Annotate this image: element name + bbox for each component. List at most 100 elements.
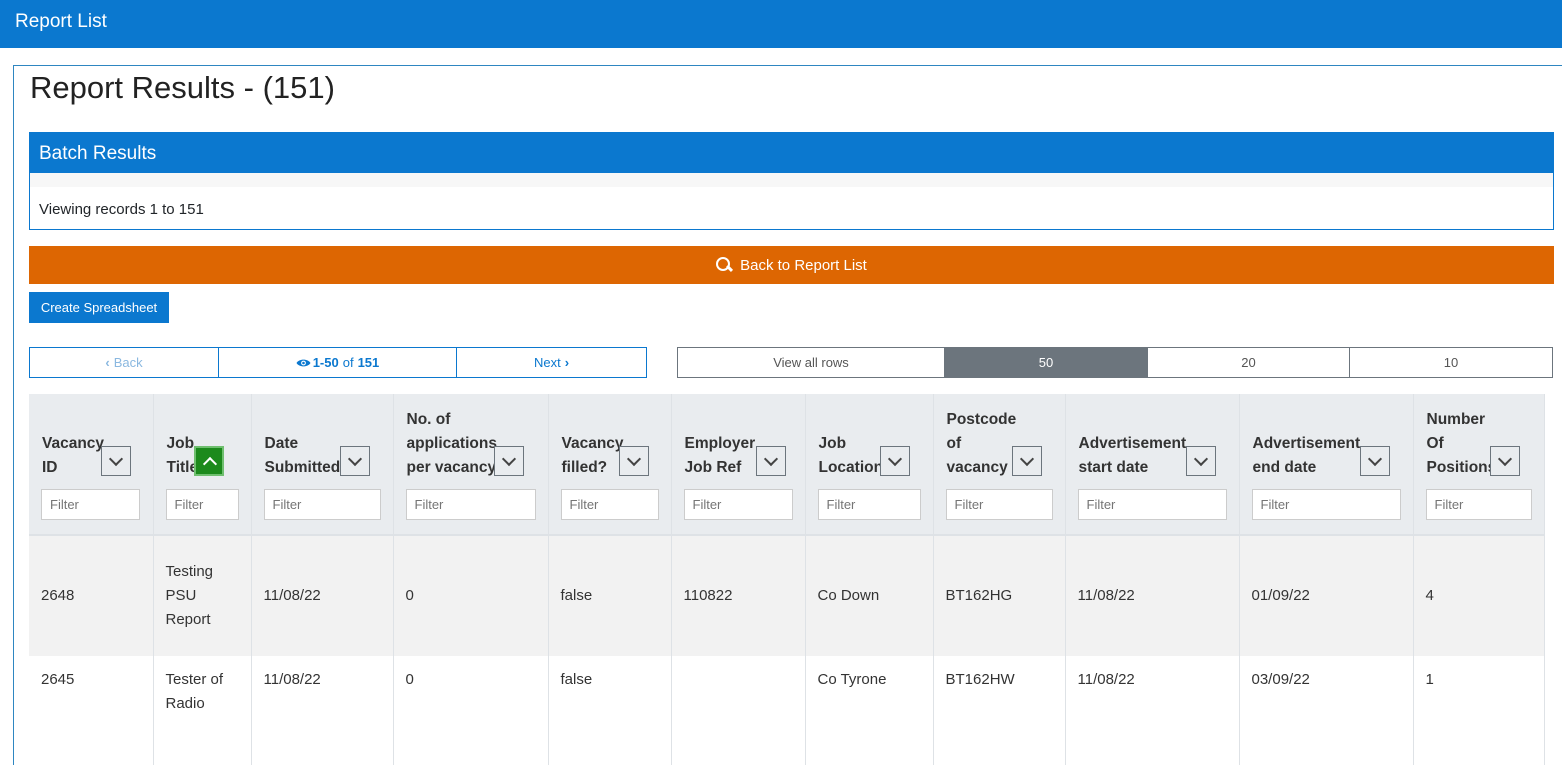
job-title-line: PSU [165,587,197,604]
table-cell: 0 [393,535,549,656]
column-filter-input[interactable] [560,489,659,520]
sort-dropdown-button[interactable] [879,446,910,476]
pager-next-label: Next [533,355,561,370]
column-filter-input[interactable] [817,489,921,520]
batch-results-panel: Batch Results Viewing records 1 to 151 [29,132,1554,230]
column-header-label: Number Of Positions [1427,408,1497,480]
column-header: Advertisement end date [1239,394,1414,536]
viewing-records-text: Viewing records 1 to 151 [30,173,1553,218]
pager-total: 151 [357,355,380,370]
column-header-label: Employer Job Ref [685,432,756,480]
rows-per-page-selector: View all rows 50 20 10 [677,347,1553,378]
table-cell: 2645 [29,656,154,765]
column-filter-input[interactable] [945,489,1053,520]
app-title: Report List [15,11,107,32]
chevron-left-icon: ‹ [105,355,110,370]
column-header: No. of applications per vacancy [393,394,549,536]
sort-dropdown-button[interactable] [1011,446,1042,476]
sort-dropdown-button[interactable] [1185,446,1216,476]
table-cell: 2648 [29,535,154,656]
sort-dropdown-button[interactable] [755,446,786,476]
sort-dropdown-button[interactable] [493,446,524,476]
table-cell: 110822 [671,535,806,656]
table-cell: 11/08/22 [251,535,394,656]
sort-dropdown-button[interactable] [339,446,370,476]
column-header-line: Vacancy [561,435,624,452]
back-to-report-list-button[interactable]: Back to Report List [29,246,1554,284]
column-header-line: Submitted [264,459,341,476]
column-filter-input[interactable] [1425,489,1532,520]
column-header-line: Location [818,459,884,476]
sort-dropdown-button[interactable] [101,446,131,476]
column-header-line: Of [1426,435,1444,452]
column-header-line: Number [1426,411,1486,428]
table-cell: 11/08/22 [251,656,394,765]
rows-50-button[interactable]: 50 [945,348,1148,377]
job-title-line: Radio [165,695,205,712]
column-header-line: per vacancy [406,459,497,476]
column-header-label: Job Location [819,432,884,480]
column-header-line: Advertisement [1078,435,1187,452]
report-frame: Report Results - (151) Batch Results Vie… [13,65,1562,765]
pager-back-button[interactable]: ‹ Back [30,348,219,377]
table-cell: 11/08/22 [1065,535,1240,656]
column-header-line: filled? [561,459,608,476]
table-cell: 1 [1413,656,1545,765]
sort-dropdown-button[interactable] [1489,446,1520,476]
pagination: ‹ Back 1-50 of 151 Next › [29,347,647,378]
table-cell: Co Tyrone [805,656,934,765]
column-header-line: Positions [1426,459,1497,476]
column-header-line: Date [264,435,299,452]
column-header-line: Postcode [946,411,1017,428]
sort-ascending-button[interactable] [193,446,224,476]
eye-icon [296,359,311,366]
page-title: Report Results - (151) [30,70,335,105]
pager-of: of [342,355,354,370]
create-spreadsheet-button[interactable]: Create Spreadsheet [29,292,169,323]
column-header-label: Postcode of vacancy [947,408,1017,480]
table-row[interactable]: 2645 Tester of Radio 11/08/22 0 false Co Tyron… [29,656,1545,765]
column-header-line: vacancy [946,459,1008,476]
table-cell: Tester of Radio [153,656,252,765]
pager-next-button[interactable]: Next › [457,348,646,377]
column-header-line: ID [42,459,58,476]
column-header: Vacancy filled? [548,394,672,536]
pager-back-label: Back [113,355,143,370]
column-header-line: No. of [406,411,451,428]
sort-dropdown-button[interactable] [1359,446,1390,476]
table-cell: Testing PSU Report [153,535,252,656]
column-filter-input[interactable] [41,489,140,520]
column-header-line: end date [1252,459,1317,476]
batch-results-header: Batch Results [30,133,1553,173]
table-cell: 4 [1413,535,1545,656]
table-cell: 11/08/22 [1065,656,1240,765]
table-cell: Co Down [805,535,934,656]
column-filter-input[interactable] [263,489,381,520]
view-all-rows-button[interactable]: View all rows [678,348,945,377]
rows-10-button[interactable]: 10 [1350,348,1552,377]
column-filter-input[interactable] [1251,489,1401,520]
table-row[interactable]: 2648 Testing PSU Report 11/08/22 0 false 110822… [29,535,1545,656]
column-header-label: Advertisement start date [1079,432,1187,480]
column-filter-input[interactable] [405,489,536,520]
column-header-label: Advertisement end date [1253,432,1361,480]
column-header-label: Date Submitted [265,432,341,480]
table-cell: BT162HG [933,535,1066,656]
column-header-line: Job [818,435,847,452]
back-to-report-list-label: Back to Report List [740,256,867,274]
table-header-row: Vacancy ID JobTitle Date Submitted No. of appl… [29,394,1545,536]
rows-20-button[interactable]: 20 [1148,348,1350,377]
column-header-line: Vacancy [42,435,105,452]
column-header-label: Vacancy filled? [562,432,624,480]
top-bar: Report List [0,0,1562,48]
sort-dropdown-button[interactable] [618,446,649,476]
column-header: Number Of Positions [1413,394,1545,536]
search-icon [716,257,732,273]
column-header: Employer Job Ref [671,394,806,536]
column-filter-input[interactable] [165,489,239,520]
column-filter-input[interactable] [1077,489,1227,520]
column-header: Job Location [805,394,934,536]
column-filter-input[interactable] [683,489,793,520]
column-header-line: Employer [684,435,756,452]
table-cell: false [548,535,672,656]
